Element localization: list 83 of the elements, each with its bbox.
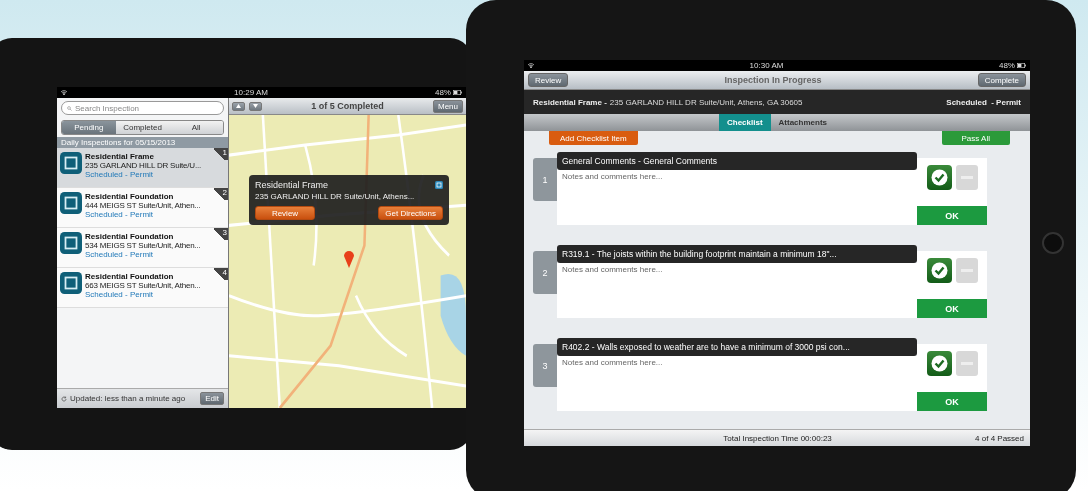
- checkmark-icon: [930, 355, 948, 372]
- result-label: OK: [917, 206, 987, 225]
- square-app-icon: [60, 192, 82, 214]
- passed-summary: 4 of 4 Passed: [975, 433, 1024, 443]
- item-title: Residential Foundation: [85, 232, 175, 241]
- checklist-title: R402.2 - Walls exposed to weather are to have a minimum of 3000 psi con...: [557, 338, 917, 356]
- menu-button[interactable]: Menu: [433, 99, 463, 113]
- checklist-title: General Comments - General Comments: [557, 152, 917, 170]
- inspection-item[interactable]: Residential Frame 235 GARLAND HILL DR Suite/U... Scheduled - Permit 1: [57, 148, 228, 188]
- segment-tab[interactable]: Pending: [62, 121, 116, 134]
- inspection-status: Scheduled - Permit: [946, 97, 1021, 107]
- checkmark-icon: [930, 262, 948, 279]
- item-status: Scheduled - Permit: [85, 170, 155, 179]
- update-text: Updated: less than a minute ago: [70, 394, 187, 403]
- map-pin-icon[interactable]: [344, 250, 354, 268]
- square-app-icon: [60, 232, 82, 254]
- item-number: 1: [533, 158, 557, 201]
- item-number: 3: [533, 344, 557, 387]
- item-title: Residential Foundation: [85, 272, 175, 281]
- callout-button[interactable]: Get Directions: [378, 206, 443, 220]
- screen-title: Inspection In Progress: [724, 75, 822, 85]
- checkmark-icon: [930, 169, 948, 186]
- result-label: OK: [917, 299, 987, 318]
- number-badge: 2: [214, 188, 228, 200]
- item-address: 235 GARLAND HILL DR Suite/U...: [85, 161, 201, 170]
- status-time: 10:30 AM: [749, 61, 784, 70]
- tab[interactable]: Checklist: [719, 114, 771, 131]
- square-app-icon: [435, 181, 443, 189]
- notes-field[interactable]: Notes and comments here...: [557, 170, 917, 225]
- down-button[interactable]: [249, 101, 262, 111]
- segment-tab[interactable]: Completed: [115, 121, 170, 134]
- item-status: Scheduled - Permit: [85, 290, 155, 299]
- inspection-address: 235 GARLAND HILL DR Suite/Unit, Athens, GA 30605: [609, 97, 803, 107]
- callout-title: Residential Frame: [255, 180, 329, 190]
- inspection-item[interactable]: Residential Foundation 534 MEIGS ST Suite/Unit, Athen... Scheduled - Permit 3: [57, 228, 228, 268]
- square-app-icon: [60, 272, 82, 294]
- search-icon: [67, 105, 72, 111]
- edit-button[interactable]: Edit: [200, 392, 224, 405]
- checklist-title: R319.1 - The joists within the building footprint maintain a minimum 18"...: [557, 245, 917, 263]
- map-title: 1 of 5 Completed: [310, 101, 385, 111]
- battery-percent: 48%: [998, 61, 1015, 70]
- callout-button[interactable]: Review: [255, 206, 315, 220]
- notes-field[interactable]: Notes and comments here...: [557, 356, 917, 411]
- item-status: Scheduled - Permit: [85, 250, 155, 259]
- item-address: 444 MEIGS ST Suite/Unit, Athen...: [85, 201, 201, 210]
- up-button[interactable]: [232, 101, 245, 111]
- status-time: 10:29 AM: [234, 88, 268, 97]
- down-arrow-icon: [253, 104, 258, 108]
- segment-tab[interactable]: All: [169, 121, 223, 134]
- notes-field[interactable]: Notes and comments here...: [557, 263, 917, 318]
- inspection-title: Residential Frame -: [533, 97, 607, 107]
- item-status: Scheduled - Permit: [85, 210, 155, 219]
- total-time: Total Inspection Time 00:00:23: [722, 433, 833, 443]
- refresh-icon: [61, 395, 67, 402]
- battery-icon: [453, 90, 462, 95]
- item-title: Residential Foundation: [85, 192, 175, 201]
- number-badge: 3: [214, 228, 228, 240]
- inspection-item[interactable]: Residential Foundation 663 MEIGS ST Suite/Unit, Athen... Scheduled - Permit 4: [57, 268, 228, 308]
- pass-button[interactable]: [926, 258, 952, 283]
- number-badge: 1: [214, 148, 228, 160]
- pass-all-button[interactable]: Pass All: [941, 131, 1010, 145]
- section-title: Daily Inspections for 05/15/2013: [57, 137, 228, 148]
- wifi-icon: [61, 90, 67, 95]
- add-item-button[interactable]: Add Checklist Item: [549, 131, 638, 145]
- item-address: 534 MEIGS ST Suite/Unit, Athen...: [85, 241, 201, 250]
- battery-percent: 48%: [434, 88, 451, 97]
- battery-icon: [1017, 63, 1026, 68]
- inspection-item[interactable]: Residential Foundation 444 MEIGS ST Suite/Unit, Athen... Scheduled - Permit 2: [57, 188, 228, 228]
- item-address: 663 MEIGS ST Suite/Unit, Athen...: [85, 281, 201, 290]
- pass-button[interactable]: [926, 165, 952, 190]
- number-badge: 4: [214, 268, 228, 280]
- result-label: OK: [917, 392, 987, 411]
- wifi-icon: [528, 63, 534, 68]
- pass-button[interactable]: [926, 351, 952, 376]
- back-button[interactable]: Review: [528, 73, 569, 87]
- tab[interactable]: Attachments: [770, 114, 835, 131]
- complete-button[interactable]: Complete: [977, 73, 1026, 87]
- item-number: 2: [533, 251, 557, 294]
- square-app-icon: [60, 152, 82, 174]
- callout-address: 235 GARLAND HILL DR Suite/Unit, Athens...: [255, 192, 416, 201]
- up-arrow-icon: [236, 104, 241, 108]
- item-title: Residential Frame: [85, 152, 155, 161]
- search-field[interactable]: Search Inspection: [61, 101, 224, 115]
